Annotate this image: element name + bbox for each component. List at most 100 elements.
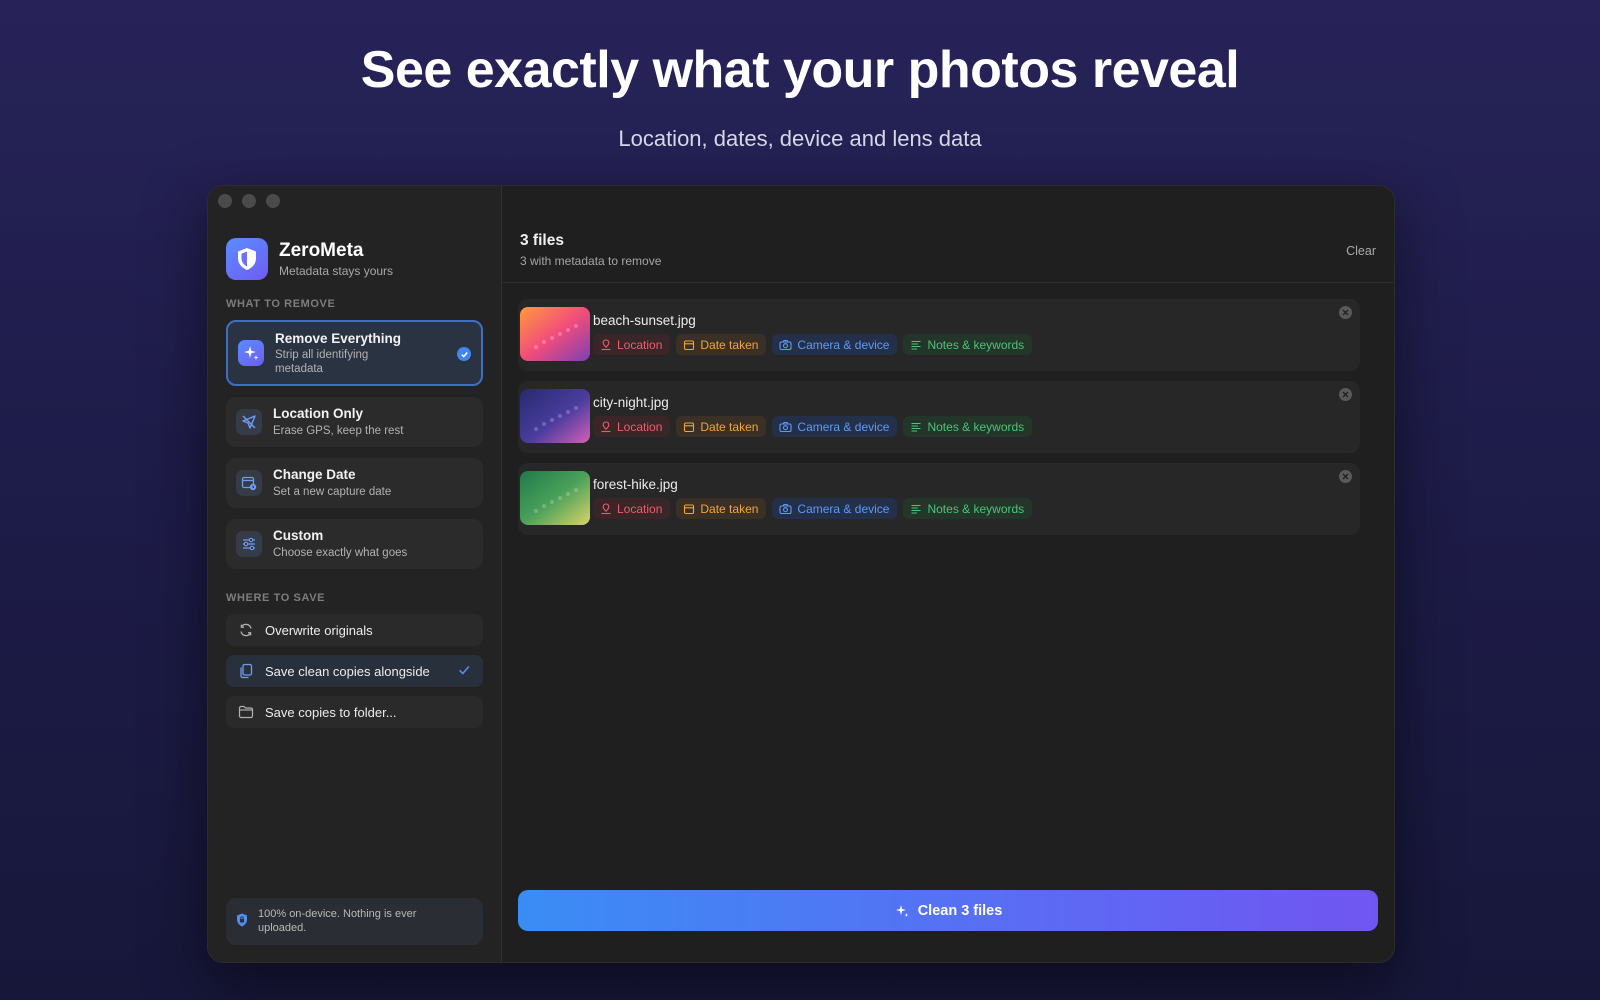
sparkles-icon (895, 904, 909, 917)
calendar-icon (684, 421, 695, 432)
chip-label: Notes & keywords (927, 501, 1025, 516)
metadata-chips: Location Date taken Camera & device Note… (593, 498, 1033, 519)
pin-icon (601, 420, 611, 432)
files-count: 3 files (520, 232, 564, 249)
app-window: ZeroMeta Metadata stays yours WHAT TO RE… (207, 185, 1395, 963)
privacy-note: 100% on-device. Nothing is ever uploaded… (226, 898, 483, 945)
file-name: city-night.jpg (593, 395, 669, 410)
calendar-clock-icon (236, 470, 262, 496)
file-row[interactable]: beach-sunset.jpg Location Date taken Cam… (518, 299, 1360, 371)
chip-label: Camera & device (797, 501, 890, 516)
camera-icon (779, 339, 792, 350)
mode-remove-everything[interactable]: Remove Everything Strip all identifying … (226, 320, 483, 386)
file-thumbnail (520, 389, 590, 443)
camera-icon (779, 421, 792, 432)
close-icon (1342, 309, 1349, 316)
sparkles-icon (238, 340, 264, 366)
file-thumbnail (520, 307, 590, 361)
hero-title: See exactly what your photos reveal (360, 41, 1240, 99)
mode-custom[interactable]: Custom Choose exactly what goes (226, 519, 483, 569)
mode-title: Location Only (273, 406, 364, 421)
save-option-alongside[interactable]: Save clean copies alongside (226, 655, 483, 687)
file-row[interactable]: forest-hike.jpg Location Date taken Came… (518, 463, 1360, 535)
mode-title: Remove Everything (275, 331, 402, 346)
window-controls (218, 194, 280, 208)
mode-desc: Set a new capture date (273, 486, 392, 498)
chip-label: Notes & keywords (927, 337, 1025, 352)
chip-label: Date taken (700, 501, 759, 516)
chip-location: Location (593, 334, 671, 355)
chip-label: Camera & device (797, 337, 890, 352)
app-tagline: Metadata stays yours (279, 264, 394, 278)
mode-title: Custom (273, 528, 324, 543)
zoom-window-button[interactable] (266, 194, 280, 208)
files-header: 3 files 3 with metadata to remove Clear (502, 216, 1394, 283)
hero-subtitle: Location, dates, device and lens data (618, 126, 982, 151)
mode-desc: Strip all identifying metadata (275, 349, 369, 375)
chip-label: Date taken (700, 419, 759, 434)
mode-desc: Erase GPS, keep the rest (273, 425, 404, 437)
remove-section-label: WHAT TO REMOVE (226, 298, 336, 310)
chip-date: Date taken (676, 334, 767, 355)
save-option-label: Save clean copies alongside (265, 663, 430, 679)
close-icon (1342, 391, 1349, 398)
save-option-label: Save copies to folder... (265, 704, 397, 720)
file-row[interactable]: city-night.jpg Location Date taken Camer… (518, 381, 1360, 453)
save-option-label: Overwrite originals (265, 622, 373, 638)
text-lines-icon (911, 422, 921, 432)
clean-files-label: Clean 3 files (917, 902, 1003, 919)
chip-label: Location (617, 501, 663, 516)
chip-location: Location (593, 416, 671, 437)
chip-location: Location (593, 498, 671, 519)
main-panel: 3 files 3 with metadata to remove Clear … (502, 186, 1394, 962)
privacy-note-text: 100% on-device. Nothing is ever uploaded… (258, 908, 417, 934)
chip-notes: Notes & keywords (903, 416, 1033, 437)
folder-icon (236, 704, 256, 720)
chip-notes: Notes & keywords (903, 334, 1033, 355)
mode-desc: Choose exactly what goes (273, 547, 408, 559)
chip-date: Date taken (676, 416, 767, 437)
camera-icon (779, 503, 792, 514)
save-option-folder[interactable]: Save copies to folder... (226, 696, 483, 728)
file-name: beach-sunset.jpg (593, 313, 696, 328)
close-window-button[interactable] (218, 194, 232, 208)
chip-camera: Camera & device (772, 416, 898, 437)
remove-file-button[interactable] (1339, 306, 1352, 319)
chip-date: Date taken (676, 498, 767, 519)
save-section-label: WHERE TO SAVE (226, 592, 326, 604)
chip-label: Notes & keywords (927, 419, 1025, 434)
mode-change-date[interactable]: Change Date Set a new capture date (226, 458, 483, 508)
text-lines-icon (911, 340, 921, 350)
calendar-icon (684, 503, 695, 514)
clear-button[interactable]: Clear (1346, 244, 1376, 258)
save-option-overwrite[interactable]: Overwrite originals (226, 614, 483, 646)
minimize-window-button[interactable] (242, 194, 256, 208)
selected-check-icon (457, 347, 471, 361)
app-name: ZeroMeta (279, 240, 364, 261)
chip-notes: Notes & keywords (903, 498, 1033, 519)
mode-title: Change Date (273, 467, 356, 482)
clean-files-button[interactable]: Clean 3 files (518, 890, 1378, 931)
checkmark-icon (457, 663, 471, 682)
chip-label: Date taken (700, 337, 759, 352)
text-lines-icon (911, 504, 921, 514)
remove-file-button[interactable] (1339, 470, 1352, 483)
file-thumbnail (520, 471, 590, 525)
chip-camera: Camera & device (772, 498, 898, 519)
copy-icon (236, 663, 256, 679)
shield-logo-icon (226, 238, 268, 280)
pin-icon (601, 338, 611, 350)
refresh-icon (236, 622, 256, 638)
calendar-icon (684, 339, 695, 350)
remove-file-button[interactable] (1339, 388, 1352, 401)
metadata-chips: Location Date taken Camera & device Note… (593, 416, 1033, 437)
chip-label: Location (617, 337, 663, 352)
close-icon (1342, 473, 1349, 480)
location-off-icon (236, 409, 262, 435)
sidebar: ZeroMeta Metadata stays yours WHAT TO RE… (208, 186, 502, 962)
chip-label: Camera & device (797, 419, 890, 434)
chip-camera: Camera & device (772, 334, 898, 355)
sliders-icon (236, 531, 262, 557)
file-name: forest-hike.jpg (593, 477, 678, 492)
mode-location-only[interactable]: Location Only Erase GPS, keep the rest (226, 397, 483, 447)
